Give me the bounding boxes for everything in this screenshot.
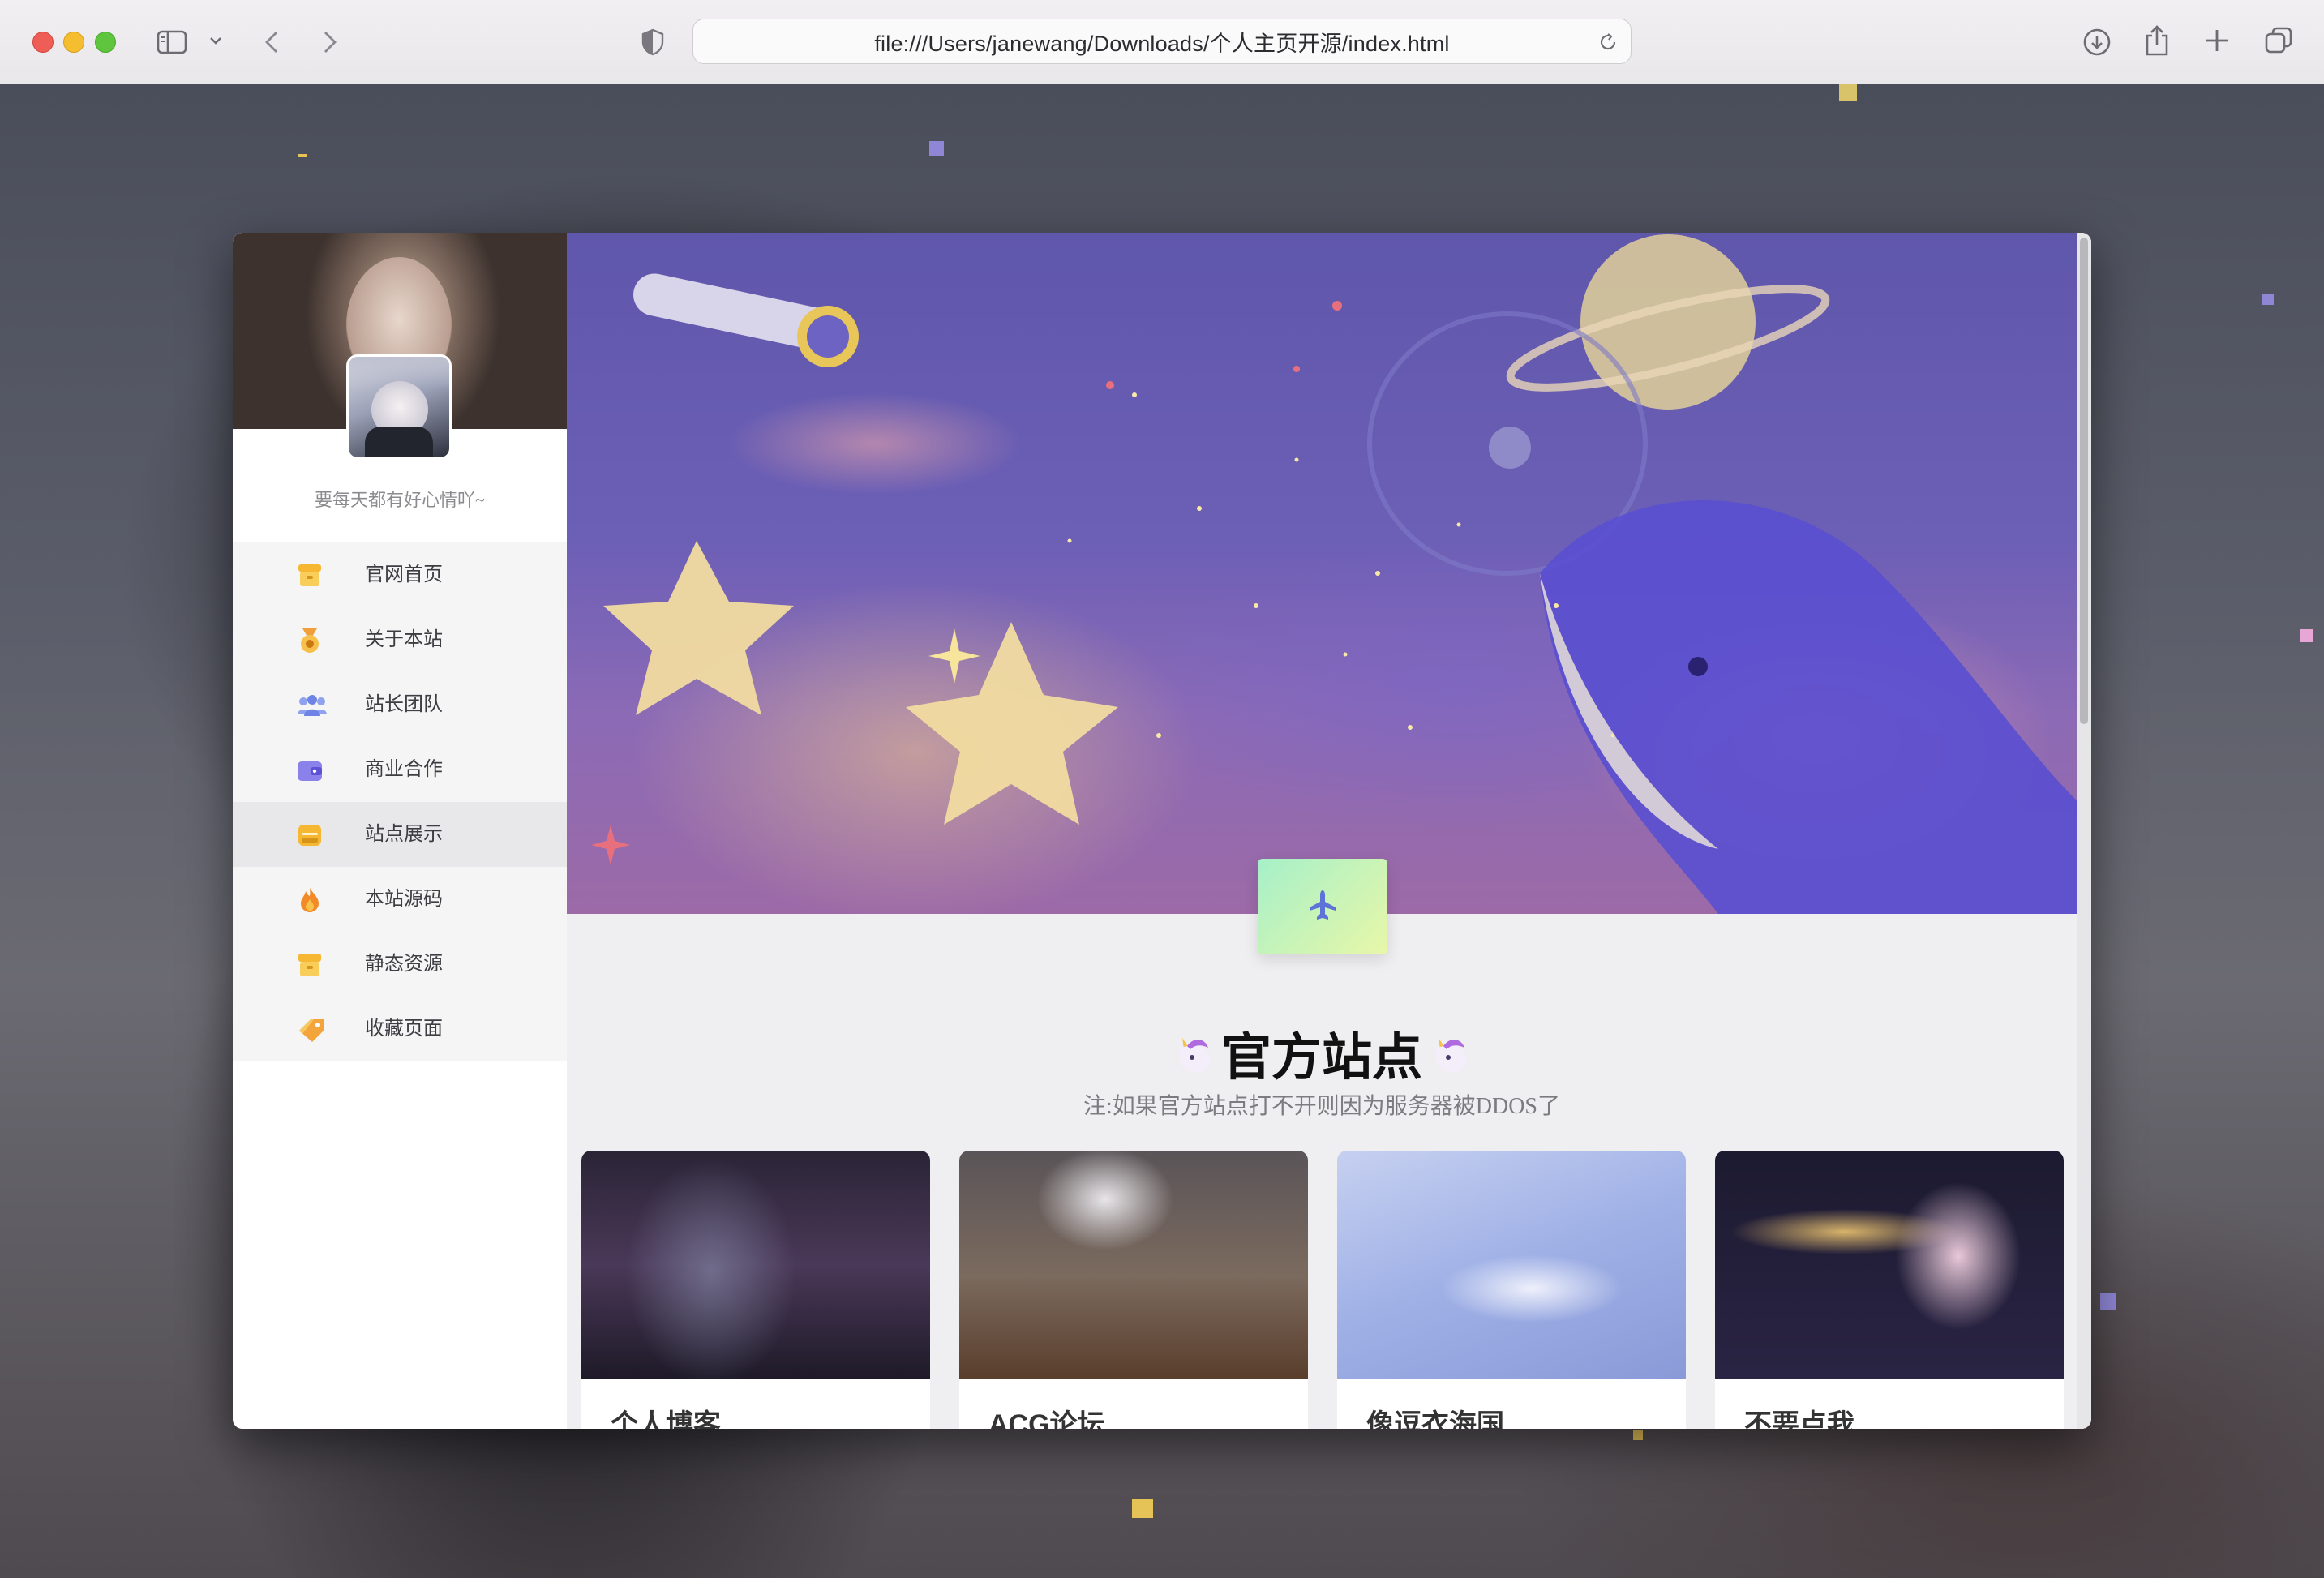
forward-icon[interactable] (318, 26, 342, 58)
flame-icon (296, 886, 324, 914)
site-card-image (581, 1151, 930, 1379)
display-box-icon (296, 821, 324, 849)
site-card-title: ACG论坛 (988, 1409, 1105, 1429)
unicorn-icon (1169, 1028, 1218, 1077)
profile-tagline: 要每天都有好心情吖~ (315, 490, 485, 510)
unicorn-icon (1426, 1028, 1474, 1077)
avatar[interactable] (346, 354, 452, 460)
sidebar-item-label: 站长团队 (365, 694, 443, 715)
reload-icon[interactable] (1597, 31, 1619, 54)
sidebar-icon[interactable] (156, 26, 188, 58)
sidebar-item-label: 关于本站 (365, 629, 443, 650)
home-box-icon (296, 562, 324, 590)
tabs-overview-icon[interactable] (2262, 24, 2295, 57)
sidebar-item-bookmark[interactable]: 收藏页面 (233, 997, 567, 1061)
sidebar-item-label: 官网首页 (365, 564, 443, 585)
confetti-piece (929, 141, 944, 156)
site-card-image (1337, 1151, 1686, 1379)
site-card-title: 不要点我 (1744, 1409, 1854, 1429)
sidebar-item-source[interactable]: 本站源码 (233, 867, 567, 932)
site-card-acg-forum[interactable]: ACG论坛 (959, 1151, 1308, 1429)
site-card-dont-click[interactable]: 不要点我 (1715, 1151, 2064, 1429)
address-bar[interactable]: file:///Users/janewang/Downloads/个人主页开源/… (692, 19, 1632, 64)
nav-menu: 官网首页 关于本站 站长团队 商业合作 站点展示 本站源码 静态资源 收藏页面 (233, 542, 567, 1061)
browser-toolbar: file:///Users/janewang/Downloads/个人主页开源/… (0, 0, 2324, 84)
new-tab-icon[interactable] (2202, 26, 2232, 55)
confetti-piece (2262, 294, 2274, 305)
confetti-piece (2100, 1293, 2116, 1310)
back-icon[interactable] (259, 26, 284, 58)
zoom-window-button[interactable] (95, 32, 116, 53)
scroll-down-button[interactable] (1258, 859, 1387, 954)
confetti-piece (1132, 1499, 1153, 1518)
airplane-icon (1305, 887, 1340, 927)
hero-banner-image (567, 233, 2077, 914)
site-card-blog[interactable]: 个人博客 (581, 1151, 930, 1429)
sidebar-item-home[interactable]: 官网首页 (233, 542, 567, 607)
sidebar: 要每天都有好心情吖~ 官网首页 关于本站 站长团队 商业合作 站点展示 本站源码… (233, 233, 567, 1429)
sidebar-item-about[interactable]: 关于本站 (233, 607, 567, 672)
sidebar-item-label: 本站源码 (365, 889, 443, 910)
sidebar-item-static[interactable]: 静态资源 (233, 932, 567, 997)
site-card-ocean[interactable]: 像逗衣海国 (1337, 1151, 1686, 1429)
address-text: file:///Users/janewang/Downloads/个人主页开源/… (874, 31, 1450, 56)
scrollbar[interactable] (2077, 233, 2091, 1429)
sidebar-item-team[interactable]: 站长团队 (233, 672, 567, 737)
shield-icon[interactable] (639, 28, 667, 57)
chevron-down-icon[interactable] (208, 32, 224, 49)
section-title-text: 官方站点 (1220, 1031, 1422, 1086)
scrollbar-thumb[interactable] (2080, 238, 2088, 724)
sidebar-item-sites[interactable]: 站点展示 (233, 802, 567, 867)
minimize-window-button[interactable] (63, 32, 84, 53)
sidebar-item-label: 静态资源 (365, 954, 443, 975)
storage-box-icon (296, 951, 324, 979)
site-card-image (1715, 1151, 2064, 1379)
section-note: 注:如果官方站点打不开则因为服务器被DDOS了 (1083, 1094, 1561, 1119)
medal-icon (296, 627, 324, 654)
sidebar-item-business[interactable]: 商业合作 (233, 737, 567, 802)
team-icon (296, 692, 327, 719)
confetti-piece (298, 154, 307, 157)
section-title: 官方站点 (567, 1016, 2077, 1089)
sidebar-item-label: 商业合作 (365, 759, 443, 780)
site-card-title: 个人博客 (611, 1409, 721, 1429)
confetti-piece (1633, 1430, 1643, 1440)
site-card-title: 像逗衣海国 (1366, 1409, 1504, 1429)
site-cards: 个人博客 ACG论坛 像逗衣海国 不要点我 (581, 1151, 2064, 1429)
close-window-button[interactable] (32, 32, 54, 53)
website-window: 要每天都有好心情吖~ 官网首页 关于本站 站长团队 商业合作 站点展示 本站源码… (233, 233, 2091, 1429)
wallet-icon (296, 757, 324, 784)
site-card-image (959, 1151, 1308, 1379)
tag-icon (296, 1016, 324, 1044)
confetti-piece (1839, 84, 1857, 101)
sidebar-item-label: 收藏页面 (365, 1018, 443, 1040)
download-icon[interactable] (2081, 26, 2113, 58)
confetti-piece (2300, 629, 2313, 642)
sidebar-item-label: 站点展示 (365, 824, 443, 845)
main-content: 官方站点 注:如果官方站点打不开则因为服务器被DDOS了 个人博客 ACG论坛 … (567, 233, 2091, 1429)
share-icon[interactable] (2142, 23, 2172, 58)
